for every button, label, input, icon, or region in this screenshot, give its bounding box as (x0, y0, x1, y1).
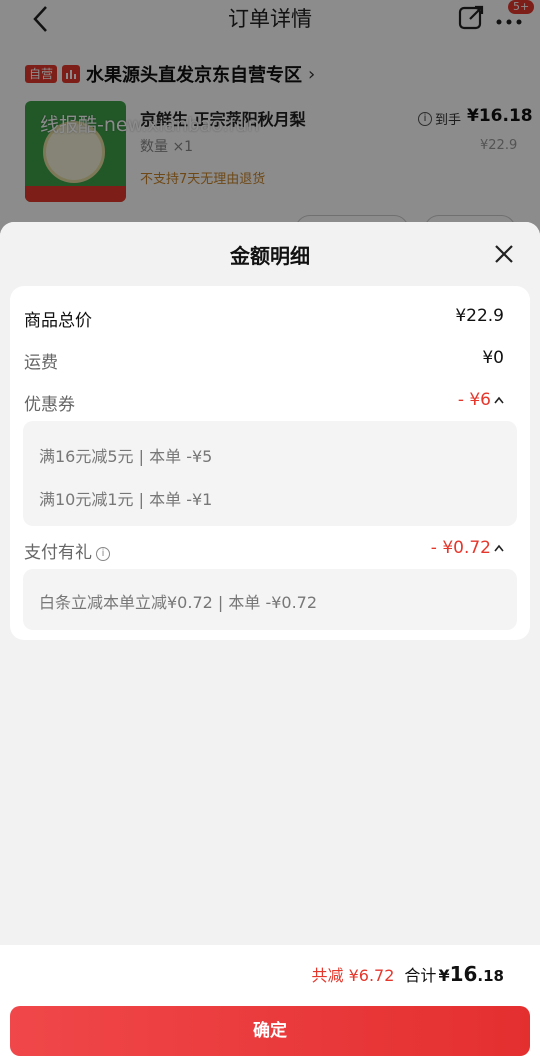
payment-gift-label-group: 支付有礼 i (24, 538, 110, 563)
amount-card: 商品总价 ¥22.9 运费 ¥0 优惠券 - ¥6 满16元减5元 | 本单 -… (10, 286, 530, 640)
shipping-row: 运费 ¥0 (24, 348, 504, 373)
chevron-up-icon[interactable] (494, 544, 504, 552)
sheet-title: 金额明细 (230, 244, 310, 268)
total-price-value: ¥22.9 (455, 306, 504, 326)
coupon-detail-line: 满10元减1元 | 本单 -¥1 (39, 490, 213, 509)
confirm-button[interactable]: 确定 (10, 1006, 530, 1056)
total-amount-integer: 16 (449, 962, 478, 986)
total-price-row: 商品总价 ¥22.9 (24, 306, 504, 331)
total-amount-decimal: .18 (477, 967, 504, 985)
payment-gift-value: - ¥0.72 (430, 538, 491, 558)
payment-gift-detail-box: 白条立减本单立减¥0.72 | 本单 -¥0.72 (23, 569, 517, 630)
chevron-up-icon[interactable] (494, 396, 504, 404)
coupon-detail-box: 满16元减5元 | 本单 -¥5 满10元减1元 | 本单 -¥1 (23, 421, 517, 526)
order-summary: 共减 ¥6.72 合计 ¥ 16 .18 (312, 962, 504, 986)
shipping-label: 运费 (24, 353, 58, 373)
coupon-value-group: - ¥6 (458, 390, 504, 410)
coupon-label: 优惠券 (24, 395, 75, 415)
payment-gift-detail-line: 白条立减本单立减¥0.72 | 本单 -¥0.72 (39, 593, 318, 612)
payment-gift-row[interactable]: 支付有礼 i - ¥0.72 (24, 538, 504, 563)
info-icon[interactable]: i (96, 547, 110, 561)
coupon-row[interactable]: 优惠券 - ¥6 (24, 390, 504, 415)
payment-gift-label: 支付有礼 (24, 543, 92, 563)
total-currency: ¥ (438, 966, 450, 985)
shipping-value: ¥0 (482, 348, 504, 368)
coupon-detail-line: 满16元减5元 | 本单 -¥5 (39, 447, 213, 466)
sheet-header: 金额明细 (0, 222, 540, 286)
total-label: 合计 (404, 966, 437, 985)
payment-gift-value-group: - ¥0.72 (431, 538, 504, 558)
total-discount: 共减 ¥6.72 (311, 966, 395, 985)
footer-bar: 共减 ¥6.72 合计 ¥ 16 .18 确定 (0, 945, 540, 1057)
amount-detail-sheet: 金额明细 商品总价 ¥22.9 运费 ¥0 优惠券 - ¥6 满16元减5元 |… (0, 222, 540, 1057)
coupon-value: - ¥6 (457, 390, 491, 410)
total-price-label: 商品总价 (24, 311, 92, 331)
close-icon[interactable] (492, 242, 516, 266)
